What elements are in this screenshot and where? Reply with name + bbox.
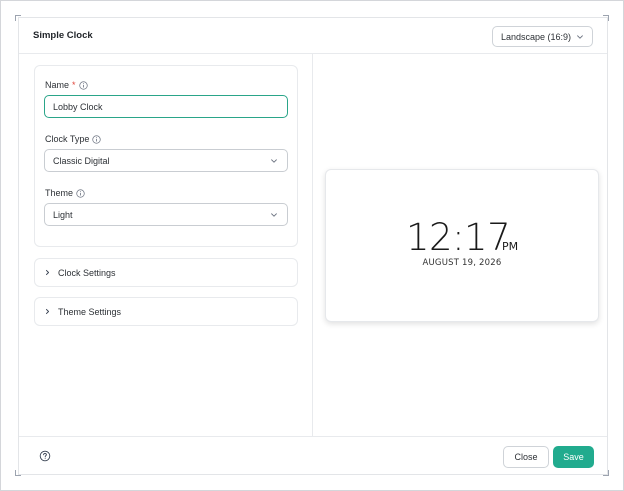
- orientation-select[interactable]: Landscape (16:9): [492, 26, 593, 47]
- clock-settings-accordion[interactable]: Clock Settings: [34, 258, 298, 287]
- general-settings-card: Name * Lobby Clock Clock Type Classic Di…: [34, 65, 298, 247]
- clock-type-select[interactable]: Classic Digital: [44, 149, 288, 172]
- dialog-body: Name * Lobby Clock Clock Type Classic Di…: [19, 54, 607, 436]
- orientation-select-value: Landscape (16:9): [501, 31, 572, 42]
- chevron-right-icon: [45, 269, 50, 276]
- chevron-down-icon: [271, 213, 277, 217]
- clock-settings-label: Clock Settings: [58, 267, 116, 278]
- chevron-down-icon: [577, 35, 583, 39]
- theme-label-text: Theme: [45, 188, 74, 198]
- name-label: Name *: [45, 80, 88, 90]
- clock-preview: 12:17 PM AUGUST 19, 2026: [325, 169, 599, 322]
- clock-type-label: Clock Type: [45, 134, 101, 144]
- theme-select[interactable]: Light: [44, 203, 288, 226]
- required-mark: *: [72, 80, 76, 90]
- theme-select-value: Light: [53, 209, 73, 220]
- clock-type-select-value: Classic Digital: [53, 155, 110, 166]
- clock-date: AUGUST 19, 2026: [422, 258, 502, 268]
- info-icon[interactable]: [92, 134, 101, 144]
- dialog-title: Simple Clock: [33, 30, 93, 41]
- name-input[interactable]: Lobby Clock: [44, 95, 288, 118]
- save-button[interactable]: Save: [553, 446, 594, 468]
- chevron-right-icon: [45, 308, 50, 315]
- name-label-text: Name: [45, 80, 70, 90]
- close-button[interactable]: Close: [503, 446, 549, 468]
- info-icon[interactable]: [78, 80, 88, 90]
- dialog-header: Simple Clock Landscape (16:9): [19, 18, 607, 54]
- clock-editor-dialog: Simple Clock Landscape (16:9) Name * Lob…: [18, 17, 608, 475]
- name-input-value: Lobby Clock: [53, 101, 103, 112]
- settings-pane: Name * Lobby Clock Clock Type Classic Di…: [19, 54, 313, 436]
- chevron-down-icon: [271, 159, 277, 163]
- clock-type-label-text: Clock Type: [45, 134, 90, 144]
- info-icon[interactable]: [76, 188, 85, 198]
- clock-ampm: PM: [502, 240, 519, 253]
- help-circle-icon[interactable]: [39, 450, 51, 462]
- window-frame: Simple Clock Landscape (16:9) Name * Lob…: [0, 0, 624, 491]
- theme-settings-label: Theme Settings: [58, 306, 122, 317]
- theme-label: Theme: [45, 188, 85, 198]
- dialog-footer: Close Save: [19, 436, 607, 476]
- preview-pane: 12:17 PM AUGUST 19, 2026: [314, 54, 609, 436]
- clock-time: 12:17: [406, 216, 511, 259]
- theme-settings-accordion[interactable]: Theme Settings: [34, 297, 298, 326]
